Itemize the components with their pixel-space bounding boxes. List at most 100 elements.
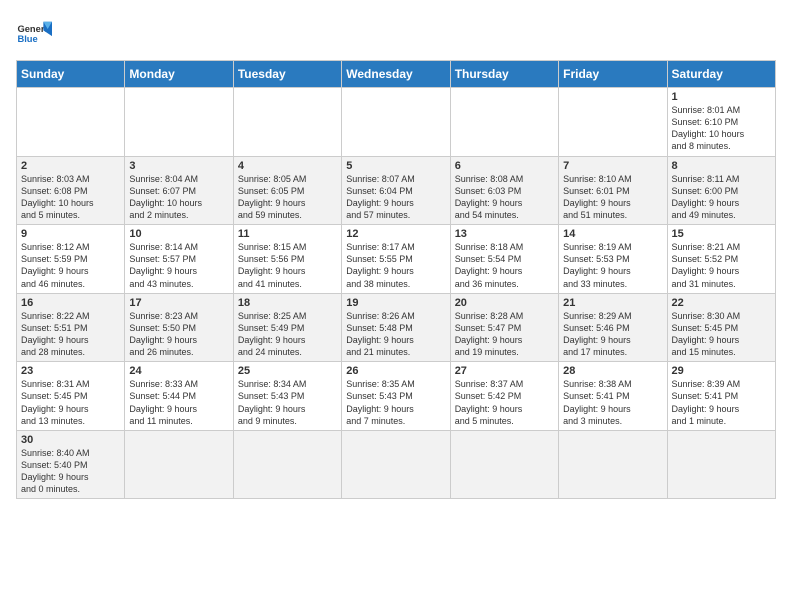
calendar-cell: 14Sunrise: 8:19 AM Sunset: 5:53 PM Dayli…: [559, 225, 667, 294]
calendar-cell: 23Sunrise: 8:31 AM Sunset: 5:45 PM Dayli…: [17, 362, 125, 431]
page-header: General Blue: [16, 16, 776, 52]
day-info: Sunrise: 8:11 AM Sunset: 6:00 PM Dayligh…: [672, 173, 771, 222]
day-number: 19: [346, 297, 445, 309]
day-info: Sunrise: 8:39 AM Sunset: 5:41 PM Dayligh…: [672, 378, 771, 427]
generalblue-logo-icon: General Blue: [16, 16, 52, 52]
calendar-cell: 2Sunrise: 8:03 AM Sunset: 6:08 PM Daylig…: [17, 156, 125, 225]
day-number: 21: [563, 297, 662, 309]
calendar-cell: 11Sunrise: 8:15 AM Sunset: 5:56 PM Dayli…: [233, 225, 341, 294]
day-number: 28: [563, 365, 662, 377]
day-header-monday: Monday: [125, 61, 233, 88]
calendar-cell: 24Sunrise: 8:33 AM Sunset: 5:44 PM Dayli…: [125, 362, 233, 431]
calendar-cell: 21Sunrise: 8:29 AM Sunset: 5:46 PM Dayli…: [559, 293, 667, 362]
svg-text:Blue: Blue: [17, 34, 37, 44]
day-number: 9: [21, 228, 120, 240]
day-info: Sunrise: 8:37 AM Sunset: 5:42 PM Dayligh…: [455, 378, 554, 427]
day-info: Sunrise: 8:31 AM Sunset: 5:45 PM Dayligh…: [21, 378, 120, 427]
calendar-cell: 30Sunrise: 8:40 AM Sunset: 5:40 PM Dayli…: [17, 430, 125, 499]
day-number: 29: [672, 365, 771, 377]
week-row-3: 9Sunrise: 8:12 AM Sunset: 5:59 PM Daylig…: [17, 225, 776, 294]
calendar-cell: 12Sunrise: 8:17 AM Sunset: 5:55 PM Dayli…: [342, 225, 450, 294]
calendar-table: SundayMondayTuesdayWednesdayThursdayFrid…: [16, 60, 776, 499]
calendar-cell: 15Sunrise: 8:21 AM Sunset: 5:52 PM Dayli…: [667, 225, 775, 294]
week-row-2: 2Sunrise: 8:03 AM Sunset: 6:08 PM Daylig…: [17, 156, 776, 225]
calendar-cell: 6Sunrise: 8:08 AM Sunset: 6:03 PM Daylig…: [450, 156, 558, 225]
calendar-cell: 25Sunrise: 8:34 AM Sunset: 5:43 PM Dayli…: [233, 362, 341, 431]
day-info: Sunrise: 8:40 AM Sunset: 5:40 PM Dayligh…: [21, 447, 120, 496]
calendar-cell: 28Sunrise: 8:38 AM Sunset: 5:41 PM Dayli…: [559, 362, 667, 431]
day-number: 7: [563, 160, 662, 172]
day-number: 17: [129, 297, 228, 309]
calendar-cell: [342, 430, 450, 499]
day-number: 11: [238, 228, 337, 240]
day-number: 5: [346, 160, 445, 172]
day-number: 16: [21, 297, 120, 309]
day-info: Sunrise: 8:38 AM Sunset: 5:41 PM Dayligh…: [563, 378, 662, 427]
day-info: Sunrise: 8:35 AM Sunset: 5:43 PM Dayligh…: [346, 378, 445, 427]
calendar-cell: 27Sunrise: 8:37 AM Sunset: 5:42 PM Dayli…: [450, 362, 558, 431]
calendar-cell: 29Sunrise: 8:39 AM Sunset: 5:41 PM Dayli…: [667, 362, 775, 431]
day-number: 6: [455, 160, 554, 172]
calendar-cell: 26Sunrise: 8:35 AM Sunset: 5:43 PM Dayli…: [342, 362, 450, 431]
calendar-cell: 16Sunrise: 8:22 AM Sunset: 5:51 PM Dayli…: [17, 293, 125, 362]
day-number: 15: [672, 228, 771, 240]
day-number: 13: [455, 228, 554, 240]
calendar-cell: 17Sunrise: 8:23 AM Sunset: 5:50 PM Dayli…: [125, 293, 233, 362]
calendar-cell: [450, 88, 558, 157]
day-number: 26: [346, 365, 445, 377]
week-row-1: 1Sunrise: 8:01 AM Sunset: 6:10 PM Daylig…: [17, 88, 776, 157]
calendar-cell: 7Sunrise: 8:10 AM Sunset: 6:01 PM Daylig…: [559, 156, 667, 225]
day-info: Sunrise: 8:34 AM Sunset: 5:43 PM Dayligh…: [238, 378, 337, 427]
calendar-cell: [125, 88, 233, 157]
day-number: 30: [21, 434, 120, 446]
day-number: 24: [129, 365, 228, 377]
calendar-cell: 18Sunrise: 8:25 AM Sunset: 5:49 PM Dayli…: [233, 293, 341, 362]
day-info: Sunrise: 8:23 AM Sunset: 5:50 PM Dayligh…: [129, 310, 228, 359]
day-header-wednesday: Wednesday: [342, 61, 450, 88]
calendar-cell: 1Sunrise: 8:01 AM Sunset: 6:10 PM Daylig…: [667, 88, 775, 157]
calendar-cell: 19Sunrise: 8:26 AM Sunset: 5:48 PM Dayli…: [342, 293, 450, 362]
day-info: Sunrise: 8:28 AM Sunset: 5:47 PM Dayligh…: [455, 310, 554, 359]
calendar-cell: [559, 430, 667, 499]
day-info: Sunrise: 8:25 AM Sunset: 5:49 PM Dayligh…: [238, 310, 337, 359]
day-number: 4: [238, 160, 337, 172]
calendar-cell: 20Sunrise: 8:28 AM Sunset: 5:47 PM Dayli…: [450, 293, 558, 362]
day-header-friday: Friday: [559, 61, 667, 88]
day-number: 23: [21, 365, 120, 377]
day-number: 12: [346, 228, 445, 240]
day-info: Sunrise: 8:08 AM Sunset: 6:03 PM Dayligh…: [455, 173, 554, 222]
day-number: 20: [455, 297, 554, 309]
calendar-cell: 10Sunrise: 8:14 AM Sunset: 5:57 PM Dayli…: [125, 225, 233, 294]
calendar-cell: [233, 88, 341, 157]
day-info: Sunrise: 8:30 AM Sunset: 5:45 PM Dayligh…: [672, 310, 771, 359]
day-info: Sunrise: 8:07 AM Sunset: 6:04 PM Dayligh…: [346, 173, 445, 222]
day-header-sunday: Sunday: [17, 61, 125, 88]
day-number: 18: [238, 297, 337, 309]
calendar-cell: [667, 430, 775, 499]
calendar-cell: [233, 430, 341, 499]
day-info: Sunrise: 8:05 AM Sunset: 6:05 PM Dayligh…: [238, 173, 337, 222]
day-number: 22: [672, 297, 771, 309]
day-header-tuesday: Tuesday: [233, 61, 341, 88]
day-info: Sunrise: 8:18 AM Sunset: 5:54 PM Dayligh…: [455, 241, 554, 290]
calendar-cell: 8Sunrise: 8:11 AM Sunset: 6:00 PM Daylig…: [667, 156, 775, 225]
week-row-4: 16Sunrise: 8:22 AM Sunset: 5:51 PM Dayli…: [17, 293, 776, 362]
day-number: 2: [21, 160, 120, 172]
day-info: Sunrise: 8:12 AM Sunset: 5:59 PM Dayligh…: [21, 241, 120, 290]
day-info: Sunrise: 8:04 AM Sunset: 6:07 PM Dayligh…: [129, 173, 228, 222]
calendar-cell: [342, 88, 450, 157]
day-info: Sunrise: 8:03 AM Sunset: 6:08 PM Dayligh…: [21, 173, 120, 222]
logo: General Blue: [16, 16, 52, 52]
day-header-saturday: Saturday: [667, 61, 775, 88]
calendar-cell: 9Sunrise: 8:12 AM Sunset: 5:59 PM Daylig…: [17, 225, 125, 294]
calendar-cell: [17, 88, 125, 157]
days-header-row: SundayMondayTuesdayWednesdayThursdayFrid…: [17, 61, 776, 88]
day-header-thursday: Thursday: [450, 61, 558, 88]
day-number: 10: [129, 228, 228, 240]
calendar-cell: 13Sunrise: 8:18 AM Sunset: 5:54 PM Dayli…: [450, 225, 558, 294]
day-info: Sunrise: 8:19 AM Sunset: 5:53 PM Dayligh…: [563, 241, 662, 290]
day-info: Sunrise: 8:10 AM Sunset: 6:01 PM Dayligh…: [563, 173, 662, 222]
calendar-cell: [450, 430, 558, 499]
day-info: Sunrise: 8:14 AM Sunset: 5:57 PM Dayligh…: [129, 241, 228, 290]
day-number: 25: [238, 365, 337, 377]
